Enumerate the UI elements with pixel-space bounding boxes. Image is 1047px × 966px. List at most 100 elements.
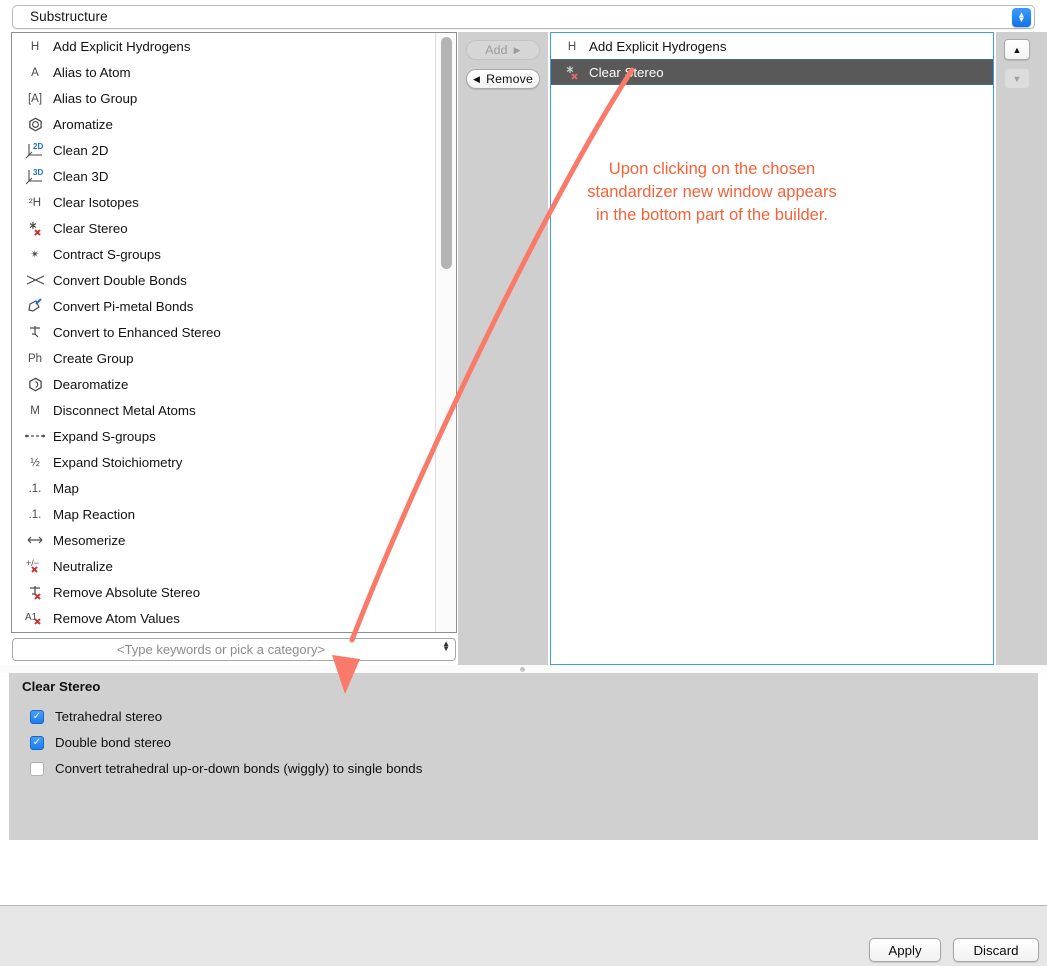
clean-2d-axes-icon: 2D	[22, 142, 48, 159]
discard-button[interactable]: Discard	[953, 938, 1039, 962]
clear-isotopes-2h-icon: ²H	[28, 197, 42, 209]
available-list-scrollbar[interactable]	[435, 33, 456, 632]
selected-list-item-active[interactable]: Clear Stereo	[551, 59, 993, 85]
disconnect-metal-m-icon: M	[30, 405, 40, 417]
list-item-label: Add Explicit Hydrogens	[53, 38, 191, 54]
list-item[interactable]: 3D Clean 3D	[12, 163, 436, 189]
alias-group-bracket-a-icon: [A]	[27, 93, 43, 105]
list-item-label: Clean 3D	[53, 168, 109, 184]
option-label: Tetrahedral stereo	[55, 709, 163, 724]
contract-sgroups-dot-icon: ✴	[30, 249, 40, 261]
keyword-category-combo[interactable]: <Type keywords or pick a category> ▲ ▼	[12, 638, 456, 661]
map-icon: .1.	[28, 483, 42, 495]
list-item[interactable]: ²H Clear Isotopes	[12, 189, 436, 215]
dearomatize-hexagon-icon	[22, 377, 48, 392]
move-down-button[interactable]: ▼	[1004, 68, 1030, 89]
substructure-combo-value: Substructure	[30, 9, 108, 24]
clear-stereo-star-x-icon	[22, 220, 48, 236]
order-button-column: ▲ ▼	[996, 32, 1047, 665]
selected-list-item[interactable]: H Add Explicit Hydrogens	[551, 33, 993, 59]
add-button[interactable]: Add ▶	[466, 40, 540, 60]
list-item[interactable]: Remove Absolute Stereo	[12, 579, 436, 605]
list-item[interactable]: Clear Stereo	[12, 215, 436, 241]
convert-pi-metal-bonds-icon	[22, 298, 48, 314]
keyword-combo-stepper[interactable]: ▲ ▼	[442, 640, 450, 653]
list-item[interactable]: Dearomatize	[12, 371, 436, 397]
annotation-line-2: standardizer new window appears	[587, 183, 837, 201]
list-item[interactable]: .1. Map Reaction	[12, 501, 436, 527]
panel-splitter[interactable]	[0, 665, 1047, 673]
remove-button-label: Remove	[486, 72, 534, 86]
option-row[interactable]: Convert tetrahedral up-or-down bonds (wi…	[30, 761, 422, 776]
list-item[interactable]: Convert Double Bonds	[12, 267, 436, 293]
list-item[interactable]: ✴ Contract S-groups	[12, 241, 436, 267]
svg-text:3D: 3D	[33, 168, 43, 177]
list-item-label: Expand S-groups	[53, 428, 156, 444]
available-standardizers-list[interactable]: H Add Explicit Hydrogens A Alias to Atom [A]…	[12, 33, 436, 632]
transfer-button-column: Add ▶ ◀ Remove	[458, 32, 548, 665]
list-item[interactable]: Ph Create Group	[12, 345, 436, 371]
list-item[interactable]: A Alias to Atom	[12, 59, 436, 85]
substructure-combo[interactable]: Substructure ▲ ▼	[12, 5, 1035, 29]
list-item-label: Convert to Enhanced Stereo	[53, 324, 221, 340]
remove-atom-values-a1-icon: A1	[22, 610, 48, 626]
options-panel-title: Clear Stereo	[22, 679, 101, 694]
selected-standardizers-list[interactable]: H Add Explicit Hydrogens Clear Stereo	[550, 32, 994, 665]
list-item-label: Aromatize	[53, 116, 113, 132]
list-item-label: Map	[53, 480, 79, 496]
list-item[interactable]: Aromatize	[12, 111, 436, 137]
list-item[interactable]: Expand S-groups	[12, 423, 436, 449]
list-item[interactable]: .1. Map	[12, 475, 436, 501]
list-item[interactable]: ½ Expand Stoichiometry	[12, 449, 436, 475]
list-item[interactable]: Convert to Enhanced Stereo	[12, 319, 436, 345]
checkbox-unchecked-icon[interactable]	[30, 761, 44, 776]
splitter-grip-icon[interactable]	[520, 667, 525, 672]
list-item[interactable]: [A] Alias to Group	[12, 85, 436, 111]
create-group-ph-icon: Ph	[27, 353, 43, 365]
list-item-label: Clear Stereo	[53, 220, 128, 236]
scrollbar-thumb[interactable]	[441, 37, 452, 269]
chevron-down-icon: ▼	[442, 643, 450, 653]
option-label: Convert tetrahedral up-or-down bonds (wi…	[55, 761, 423, 776]
list-item-label: Mesomerize	[53, 532, 126, 548]
list-item[interactable]: Convert Pi-metal Bonds	[12, 293, 436, 319]
list-item[interactable]: +/− Neutralize	[12, 553, 436, 579]
list-item-label: Remove Atom Values	[53, 610, 180, 626]
substructure-combo-stepper[interactable]: ▲ ▼	[1012, 8, 1031, 27]
discard-button-label: Discard	[973, 942, 1019, 958]
checkbox-checked-icon[interactable]: ✓	[30, 735, 44, 750]
convert-double-bonds-icon	[22, 274, 48, 286]
mesomerize-arrow-icon	[22, 535, 48, 545]
option-row[interactable]: ✓ Double bond stereo	[30, 735, 171, 750]
standardizer-options-panel: Clear Stereo ✓ Tetrahedral stereo ✓ Double …	[9, 673, 1038, 840]
list-item-label: Map Reaction	[53, 506, 136, 522]
alias-atom-a-icon: A	[31, 67, 39, 79]
neutralize-plus-minus-x-icon: +/−	[22, 558, 48, 574]
annotation-text: Upon clicking on the chosen standardizer…	[562, 158, 862, 227]
expand-sgroups-icon	[22, 431, 48, 441]
list-item-label: Neutralize	[53, 558, 113, 574]
list-item-label: Alias to Group	[53, 90, 138, 106]
apply-button[interactable]: Apply	[869, 938, 941, 962]
list-item[interactable]: Mesomerize	[12, 527, 436, 553]
map-reaction-icon: .1.	[28, 509, 42, 521]
clean-3d-axes-icon: 3D	[22, 168, 48, 185]
arrow-right-icon: ▶	[513, 44, 521, 55]
list-item-label: Expand Stoichiometry	[53, 454, 183, 470]
chevron-down-icon: ▼	[1017, 14, 1026, 24]
move-up-button[interactable]: ▲	[1004, 39, 1030, 60]
option-row[interactable]: ✓ Tetrahedral stereo	[30, 709, 162, 724]
remove-absolute-stereo-icon	[22, 584, 48, 600]
remove-button[interactable]: ◀ Remove	[466, 69, 540, 89]
list-item-label: Clean 2D	[53, 142, 109, 158]
available-standardizers-panel: H Add Explicit Hydrogens A Alias to Atom [A]…	[11, 32, 457, 633]
list-item[interactable]: A1 Remove Atom Values	[12, 605, 436, 631]
list-item-label: Remove Absolute Stereo	[53, 584, 201, 600]
arrow-down-icon: ▼	[1012, 73, 1022, 84]
list-item[interactable]: H Add Explicit Hydrogens	[12, 33, 436, 59]
list-item[interactable]: M Disconnect Metal Atoms	[12, 397, 436, 423]
svg-text:2D: 2D	[33, 142, 43, 151]
add-button-label: Add	[485, 43, 508, 57]
list-item[interactable]: 2D Clean 2D	[12, 137, 436, 163]
checkbox-checked-icon[interactable]: ✓	[30, 709, 44, 724]
